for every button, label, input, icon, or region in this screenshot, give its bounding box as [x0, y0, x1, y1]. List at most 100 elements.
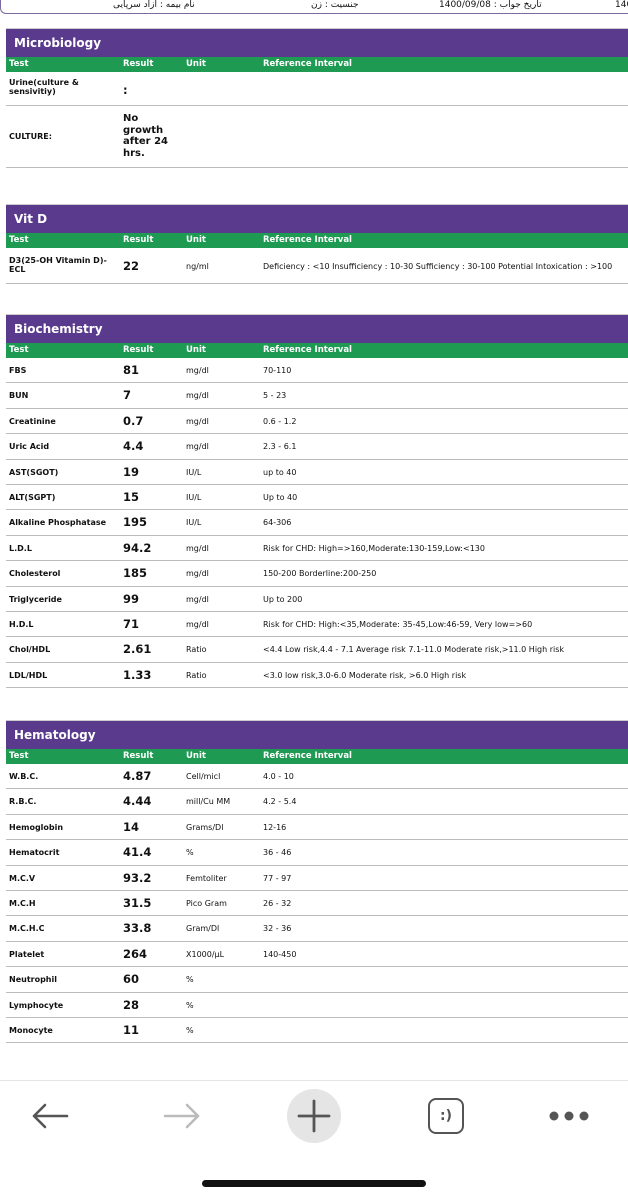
unit-value: mg/dl — [186, 543, 209, 553]
unit-value: IU/L — [186, 518, 202, 528]
result-value: 81 — [123, 363, 140, 377]
section-title: Hematology — [6, 721, 628, 750]
unit-value: Femtoliter — [186, 873, 227, 883]
test-name: M.C.H — [9, 899, 36, 909]
reference-interval: 26 - 32 — [263, 899, 292, 909]
unit-value: Cell/micl — [186, 772, 221, 782]
table-row: W.B.C. 4.87 Cell/micl 4.0 - 10 — [6, 764, 628, 790]
test-name: Creatinine — [9, 416, 56, 426]
tabs-button[interactable]: :) — [428, 1098, 464, 1134]
result-value: 14 — [123, 819, 140, 834]
result-value: 28 — [123, 997, 140, 1012]
reference-interval: 32 - 36 — [263, 924, 292, 934]
result-value: 99 — [123, 591, 140, 606]
report-header: نام بیمه : آزاد سرپایی جنسیت : زن تاریخ … — [0, 0, 628, 14]
col-test: Test — [9, 235, 29, 245]
table-row: R.B.C. 4.44 mill/Cu MM 4.2 - 5.4 — [6, 789, 628, 815]
test-name: Chol/HDL — [9, 645, 51, 655]
test-name: L.D.L — [9, 543, 32, 553]
test-name: FBS — [9, 366, 27, 375]
result-value: 60 — [123, 972, 140, 987]
table-row: Monocyte 11% — [6, 1018, 628, 1044]
test-name: D3(25-OH Vitamin D)- ECL — [9, 256, 107, 274]
test-name: M.C.H.C — [9, 924, 45, 934]
unit-value: % — [186, 975, 194, 985]
col-ref: Reference Interval — [263, 751, 352, 762]
test-name: Neutrophil — [9, 975, 57, 985]
unit-value: Grams/Dl — [186, 822, 224, 832]
unit-value: ng/ml — [186, 262, 209, 271]
col-test: Test — [9, 59, 29, 69]
more-button[interactable] — [546, 1101, 592, 1131]
section-title: Microbiology — [6, 29, 628, 57]
unit-value: mg/dl — [186, 416, 209, 426]
reference-interval: 77 - 97 — [263, 873, 292, 883]
col-result: Result — [123, 345, 154, 355]
test-name: Triglyceride — [9, 594, 62, 604]
table-row: Creatinine 0.7 mg/dl 0.6 - 1.2 — [6, 409, 628, 435]
result-value: 4.87 — [123, 769, 152, 784]
unit-value: Gram/Dl — [186, 924, 220, 934]
table-row: Alkaline Phosphatase 195 IU/L 64-306 — [6, 510, 628, 536]
table-row: Uric Acid 4.4 mg/dl 2.3 - 6.1 — [6, 434, 628, 460]
column-header: Test Result Unit Reference Interval — [6, 343, 628, 358]
test-name: Hematocrit — [9, 848, 60, 858]
test-name: Urine(culture & sensivitiy) — [9, 78, 79, 96]
arrow-left-icon — [32, 1103, 69, 1129]
result-value: 94.2 — [123, 540, 152, 555]
reference-interval: Up to 40 — [263, 492, 298, 502]
col-result: Result — [123, 59, 154, 69]
gender: جنسیت : زن — [311, 0, 359, 10]
section-hematology: Hematology Test Result Unit Reference In… — [6, 720, 628, 1044]
result-value: 4.44 — [123, 794, 152, 809]
result-value: 7 — [123, 388, 132, 403]
section-microbiology: Microbiology Test Result Unit Reference … — [6, 28, 628, 168]
reference-interval: 4.0 - 10 — [263, 772, 294, 782]
unit-value: X1000/µL — [186, 949, 225, 959]
forward-button[interactable] — [160, 1099, 204, 1133]
unit-value: mill/Cu MM — [186, 797, 231, 807]
table-row: D3(25-OH Vitamin D)- ECL 22 ng/ml Deficie… — [6, 248, 628, 284]
result-value: 71 — [123, 616, 140, 631]
test-name: Monocyte — [9, 1025, 53, 1035]
col-result: Result — [123, 751, 154, 762]
result-value: 31.5 — [123, 896, 152, 911]
result-value: No growth after 24 hrs. — [123, 113, 168, 159]
reference-interval: 150-200 Borderline:200-250 — [263, 569, 377, 579]
table-row: M.C.H 31.5 Pico Gram 26 - 32 — [6, 891, 628, 917]
result-value: 185 — [123, 566, 148, 581]
reference-interval: 5 - 23 — [263, 391, 287, 401]
test-name: BUN — [9, 391, 29, 401]
section-biochemistry: Biochemistry Test Result Unit Reference … — [6, 314, 628, 689]
table-row: L.D.L 94.2 mg/dl Risk for CHD: High=>160,Mo… — [6, 536, 628, 562]
col-ref: Reference Interval — [263, 59, 352, 69]
test-name: W.B.C. — [9, 772, 39, 782]
col-ref: Reference Interval — [263, 235, 352, 245]
col-unit: Unit — [186, 235, 206, 245]
test-name: Platelet — [9, 949, 45, 959]
result-value: 2.61 — [123, 642, 152, 657]
unit-value: mg/dl — [186, 391, 209, 401]
result-value: 264 — [123, 946, 148, 961]
reference-interval: Risk for CHD: High=>160,Moderate:130-159… — [263, 543, 485, 553]
unit-value: IU/L — [186, 492, 202, 502]
column-header: Test Result Unit Reference Interval — [6, 57, 628, 72]
table-row: BUN 7 mg/dl 5 - 23 — [6, 383, 628, 409]
reference-interval: 140-450 — [263, 949, 297, 959]
reference-interval: <3.0 low risk,3.0-6.0 Moderate risk, >6.… — [263, 670, 467, 680]
test-name: AST(SGOT) — [9, 467, 59, 477]
unit-value: mg/dl — [186, 366, 209, 375]
table-row: Chol/HDL 2.61 Ratio <4.4 Low risk,4.4 - 7.1… — [6, 637, 628, 663]
test-name: Hemoglobin — [9, 822, 64, 832]
unit-value: % — [186, 1000, 194, 1010]
unit-value: mg/dl — [186, 594, 209, 604]
test-name: H.D.L — [9, 619, 34, 629]
back-button[interactable] — [28, 1099, 72, 1133]
col-unit: Unit — [186, 59, 206, 69]
result-value: : — [123, 83, 128, 97]
test-name: Uric Acid — [9, 442, 50, 452]
result-value: 195 — [123, 515, 148, 530]
result-value: 93.2 — [123, 870, 152, 885]
new-tab-button[interactable] — [287, 1089, 341, 1143]
